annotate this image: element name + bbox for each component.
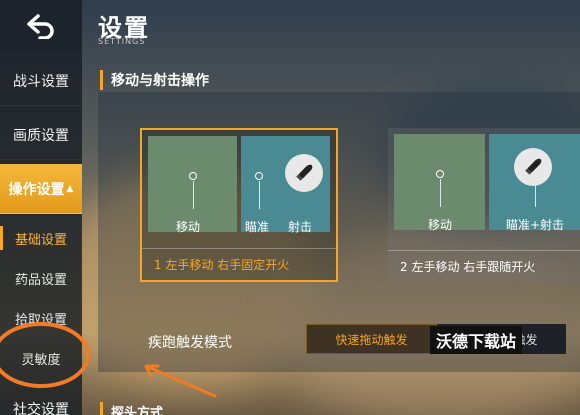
aim-label: 瞄准	[245, 220, 270, 234]
control-option-follow-fire[interactable]: 移动 瞄准+射击 2 左手移动 右手跟随开火	[388, 128, 580, 282]
joystick-dot-icon	[435, 170, 444, 178]
sidebar-item-label: 社交设置	[13, 401, 69, 415]
back-arrow-icon	[27, 14, 54, 39]
joystick-line	[439, 179, 441, 207]
sidebar-subitem-medicine[interactable]: 药品设置	[0, 258, 82, 298]
expand-triangle-icon: ▲	[66, 183, 74, 194]
sidebar-subitem-label: 基础设置	[14, 232, 67, 248]
aim-fire-label: 瞄准+射击	[506, 218, 565, 232]
sidebar-item-combat[interactable]: 战斗设置	[0, 56, 82, 106]
option-caption: 2 左手移动 右手跟随开火	[388, 250, 580, 282]
annotation-arrow-icon	[144, 364, 217, 398]
sidebar-subitem-basic[interactable]: 基础设置	[0, 218, 82, 258]
sidebar-subitem-label: 药品设置	[14, 272, 67, 288]
sprint-option-drag[interactable]: 快速拖动触发	[306, 324, 437, 354]
page-subtitle: SETTINGS	[98, 37, 146, 46]
sidebar-item-label: 画质设置	[13, 127, 69, 144]
section-title: 移动与射击操作	[100, 70, 209, 90]
option-caption: 1 左手移动 右手固定开火	[142, 248, 336, 280]
sidebar-item-label: 操作设置	[8, 181, 65, 198]
aim-dot-icon	[255, 172, 263, 180]
sidebar-item-label: 战斗设置	[13, 73, 69, 90]
watermark: 沃德下载站	[430, 326, 523, 354]
control-option-fixed-fire[interactable]: 移动 瞄准 射击 1 左手移动 右手固定开火	[140, 128, 338, 282]
sidebar-item-graphics[interactable]: 画质设置	[0, 110, 82, 160]
aim-line	[259, 181, 260, 209]
sprint-mode-label: 疾跑触发模式	[148, 335, 232, 351]
next-section-title: 探头方式	[100, 402, 163, 415]
joystick-line	[192, 181, 194, 209]
move-label: 移动	[176, 220, 201, 234]
sidebar-item-controls[interactable]: 操作设置 ▲	[0, 164, 82, 214]
bullet-icon	[285, 154, 323, 192]
fire-label: 射击	[288, 220, 313, 234]
move-label: 移动	[428, 218, 453, 232]
bullet-icon	[514, 148, 552, 186]
back-button[interactable]	[0, 0, 82, 52]
sidebar-item-social[interactable]: 社交设置	[0, 384, 82, 415]
joystick-dot-icon	[188, 172, 197, 180]
